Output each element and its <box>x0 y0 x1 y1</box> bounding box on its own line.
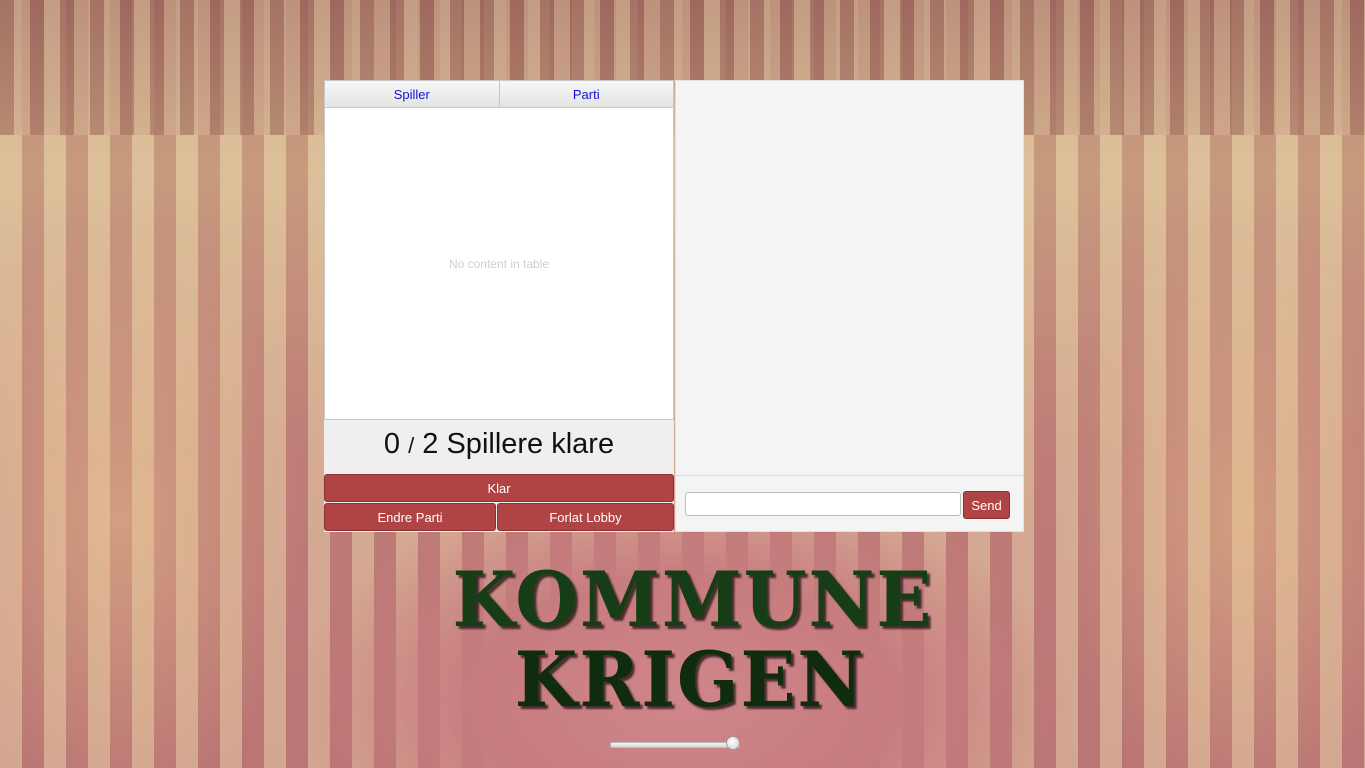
change-party-button[interactable]: Endre Parti <box>324 503 496 531</box>
volume-slider[interactable] <box>610 736 740 750</box>
chat-input[interactable] <box>685 492 961 516</box>
logo-line-1: KOMMUNE <box>452 555 934 644</box>
volume-slider-thumb[interactable] <box>726 736 740 750</box>
volume-slider-track[interactable] <box>610 742 740 748</box>
game-lobby-screen: Spiller Parti No content in table 0 / 2 … <box>0 0 1365 768</box>
ready-count: 0 <box>383 428 401 460</box>
column-header-spiller[interactable]: Spiller <box>325 81 500 107</box>
lobby-player-panel: Spiller Parti No content in table 0 / 2 … <box>324 80 674 532</box>
total-count: 2 <box>422 428 439 460</box>
send-button[interactable]: Send <box>963 491 1010 519</box>
ready-button[interactable]: Klar <box>324 474 674 502</box>
ready-separator: / <box>408 433 415 458</box>
player-table: Spiller Parti No content in table <box>324 80 674 420</box>
chat-panel: Send <box>675 80 1024 532</box>
table-empty-placeholder: No content in table <box>448 257 550 271</box>
ready-status: 0 / 2 Spillere klare <box>324 428 674 461</box>
logo-line-2: KRIGEN <box>514 635 866 724</box>
column-header-parti[interactable]: Parti <box>500 81 674 107</box>
chat-log[interactable] <box>676 81 1023 476</box>
player-table-header: Spiller Parti <box>325 81 673 108</box>
ready-label: Spillere klare <box>446 428 615 460</box>
leave-lobby-button[interactable]: Forlat Lobby <box>497 503 674 531</box>
game-logo: KOMMUNE KRIGEN <box>440 560 940 720</box>
